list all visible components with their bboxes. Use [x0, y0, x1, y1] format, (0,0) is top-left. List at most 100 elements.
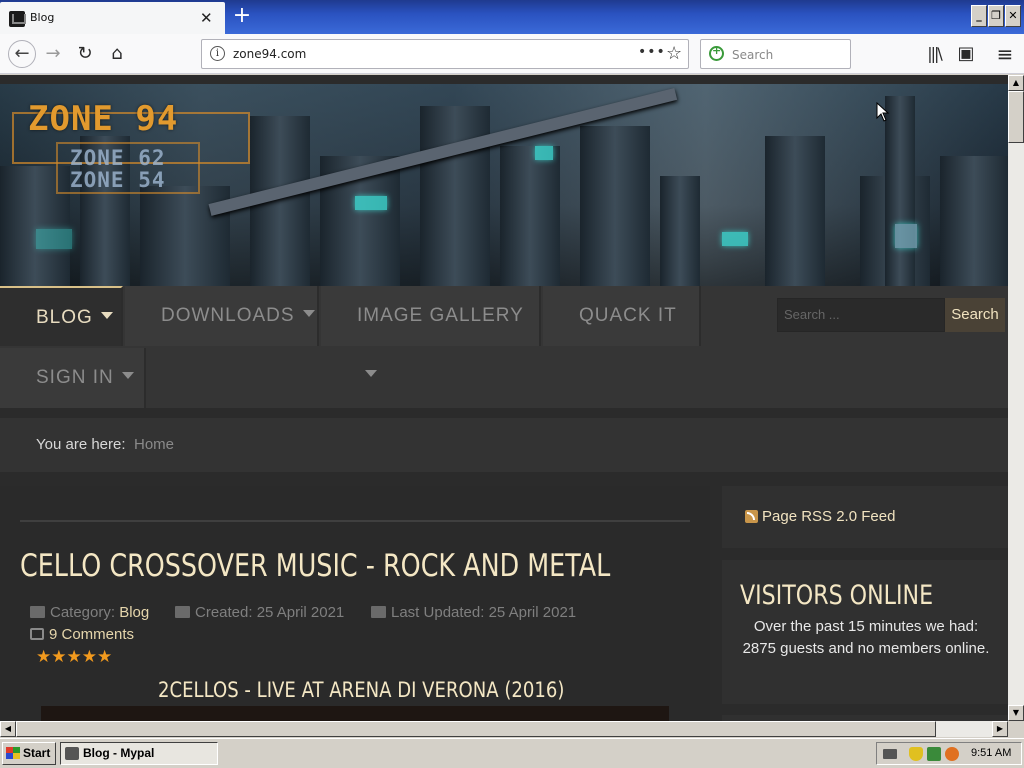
tab-blog[interactable]: Blog ✕: [0, 2, 225, 34]
library-icon[interactable]: |||\: [922, 42, 946, 66]
banner-building: [885, 96, 915, 286]
scroll-corner: [1008, 721, 1024, 737]
home-icon[interactable]: ⌂: [105, 42, 129, 66]
site-search-input[interactable]: Search ...: [777, 298, 945, 332]
horizontal-scrollbar[interactable]: ◀ ▶: [0, 721, 1008, 737]
tab-strip: Blog ✕ + _ ❐ ✕: [0, 0, 1024, 34]
banner-building: [765, 136, 825, 286]
window-restore-button[interactable]: ❐: [988, 5, 1004, 27]
tab-title: Blog: [30, 11, 55, 24]
comments-link[interactable]: 9 Comments: [30, 626, 134, 643]
taskbar: Start Blog - Mypal 9:51 AM: [0, 738, 1024, 768]
window-minimize-button[interactable]: _: [971, 5, 987, 27]
vertical-scroll-thumb[interactable]: [1008, 91, 1024, 143]
start-button[interactable]: Start: [2, 742, 56, 765]
taskbar-item-browser[interactable]: Blog - Mypal: [60, 742, 218, 765]
site-info-icon[interactable]: i: [210, 46, 225, 61]
banner-building: [940, 156, 1008, 286]
new-tab-button[interactable]: +: [229, 3, 255, 29]
folder-icon: [30, 606, 45, 618]
scroll-up-arrow-icon[interactable]: ▲: [1008, 75, 1024, 91]
video-player[interactable]: [41, 706, 669, 721]
navigation-toolbar: ← → ↻ ⌂ i zone94.com ••• ☆ Search |||\ ▣…: [0, 34, 1024, 74]
site-logo[interactable]: ZONE 94: [28, 99, 178, 139]
search-tray-icon[interactable]: [945, 747, 959, 761]
menu-item-sign-in[interactable]: SIGN IN: [0, 348, 146, 408]
banner-neon-sign: [36, 229, 72, 249]
article-updated: Last Updated: 25 April 2021: [371, 604, 576, 621]
hamburger-menu-icon[interactable]: ≡: [993, 42, 1017, 66]
scroll-left-arrow-icon[interactable]: ◀: [0, 721, 16, 737]
security-shield-icon[interactable]: [909, 747, 923, 761]
rss-link[interactable]: Page RSS 2.0 Feed: [762, 508, 895, 525]
system-tray: 9:51 AM: [876, 742, 1022, 765]
browser-search-placeholder: Search: [732, 48, 774, 62]
banner-building: [660, 176, 700, 286]
back-arrow-icon[interactable]: ←: [8, 40, 36, 68]
caret-down-icon: [365, 370, 377, 377]
menu-item-label: DOWNLOADS: [161, 305, 295, 326]
forward-arrow-icon[interactable]: →: [41, 42, 65, 66]
clock[interactable]: 9:51 AM: [971, 747, 1011, 759]
start-label: Start: [23, 746, 51, 760]
network-icon[interactable]: [927, 747, 941, 761]
header-banner: ZONE 94 ZONE 62 ZONE 54: [0, 84, 1008, 286]
page-actions-icon[interactable]: •••: [638, 44, 666, 60]
comment-icon: [30, 628, 44, 640]
browser-search-input[interactable]: Search: [700, 39, 851, 69]
visitors-title: VISITORS ONLINE: [740, 580, 934, 611]
address-bar[interactable]: i zone94.com ••• ☆: [201, 39, 689, 69]
reload-icon[interactable]: ↻: [73, 42, 97, 66]
menu-item-downloads[interactable]: DOWNLOADS: [125, 286, 319, 346]
breadcrumb-label: You are here:: [36, 436, 126, 453]
banner-neon-sign: [355, 196, 387, 210]
scroll-right-arrow-icon[interactable]: ▶: [992, 721, 1008, 737]
taskbar-item-label: Blog - Mypal: [83, 746, 155, 760]
category-label: Category:: [50, 604, 116, 621]
site-logo-sub: ZONE 54: [70, 168, 166, 192]
comments-count: 9 Comments: [49, 626, 135, 643]
tab-close-icon[interactable]: ✕: [200, 9, 213, 27]
visitors-module: VISITORS ONLINE Over the past 15 minutes…: [722, 560, 1008, 704]
scroll-down-arrow-icon[interactable]: ▼: [1008, 705, 1024, 721]
breadcrumb: You are here: Home: [0, 418, 1008, 472]
bookmark-star-icon[interactable]: ☆: [666, 43, 682, 64]
visitors-text: Over the past 15 minutes we had: 2875 gu…: [742, 618, 990, 657]
url-text[interactable]: zone94.com: [233, 47, 306, 61]
page-viewport: ZONE 94 ZONE 62 ZONE 54 BLOG DOWNLOADS I…: [0, 75, 1008, 721]
menu-item-image-gallery[interactable]: IMAGE GALLERY: [321, 286, 541, 377]
site-nav-menu: BLOG DOWNLOADS IMAGE GALLERY QUACK IT SI…: [0, 286, 1008, 408]
article-title[interactable]: CELLO CROSSOVER MUSIC - ROCK AND METAL: [20, 548, 610, 584]
star-rating[interactable]: ★★★★★: [36, 647, 112, 667]
calendar-icon: [371, 606, 386, 618]
category-link[interactable]: Blog: [119, 604, 149, 621]
article-created: Created: 25 April 2021: [175, 604, 344, 621]
menu-item-blog[interactable]: BLOG: [0, 286, 123, 346]
search-icon: [709, 44, 724, 61]
banner-neon-sign: [722, 232, 748, 246]
banner-building: [500, 146, 560, 286]
window-close-button[interactable]: ✕: [1005, 5, 1021, 27]
divider: [20, 520, 690, 522]
keyboard-icon[interactable]: [883, 749, 897, 759]
site-search-button[interactable]: Search: [945, 298, 1005, 332]
menu-item-quack-it[interactable]: QUACK IT: [543, 286, 701, 346]
created-date: Created: 25 April 2021: [195, 604, 345, 621]
article-category: Category: Blog: [30, 604, 149, 621]
menu-item-label: IMAGE GALLERY: [357, 305, 524, 326]
article: CELLO CROSSOVER MUSIC - ROCK AND METAL C…: [0, 486, 710, 721]
horizontal-scroll-thumb[interactable]: [16, 721, 936, 737]
rss-icon: [745, 510, 758, 523]
caret-down-icon: [121, 372, 134, 379]
calendar-icon: [175, 606, 190, 618]
banner-building: [580, 126, 650, 286]
menu-item-label: SIGN IN: [36, 367, 114, 388]
banner-neon-sign: [535, 146, 553, 160]
updated-date: Last Updated: 25 April 2021: [391, 604, 577, 621]
vertical-scrollbar[interactable]: ▲ ▼: [1008, 75, 1024, 721]
browser-app-icon: [65, 747, 79, 760]
menu-item-label: BLOG: [36, 307, 93, 328]
video-title: 2CELLOS - LIVE AT ARENA DI VERONA (2016): [158, 678, 565, 702]
rss-module: Page RSS 2.0 Feed: [722, 486, 1008, 548]
sidebar-toggle-icon[interactable]: ▣: [954, 42, 978, 66]
